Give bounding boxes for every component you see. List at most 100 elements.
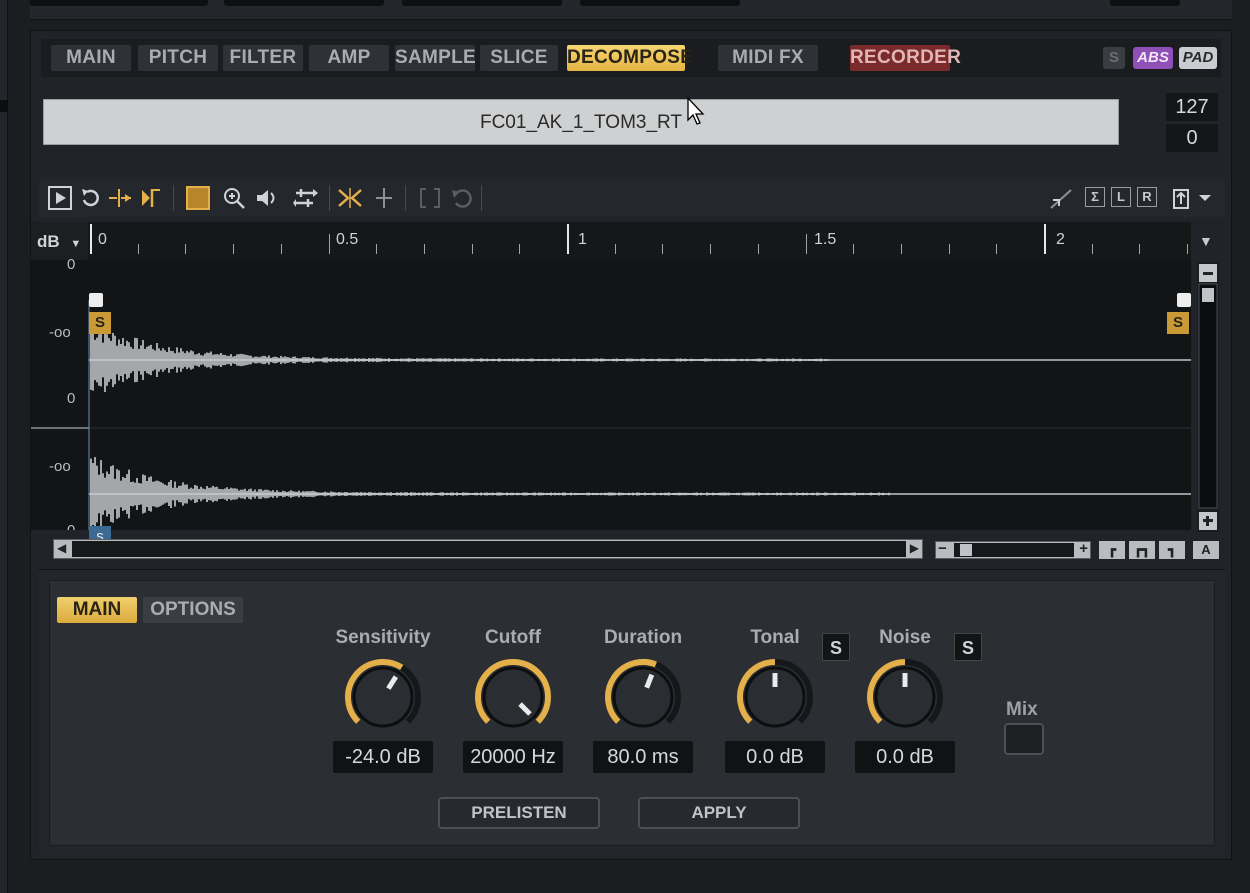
solo-badge[interactable]: S: [1103, 47, 1125, 69]
tab-recorder[interactable]: RECORDER: [850, 45, 961, 71]
ruler-tick: [614, 244, 616, 254]
ruler-tick: [1091, 244, 1093, 254]
channel-sum-button[interactable]: Σ: [1085, 187, 1105, 207]
decompose-section: MAIN OPTIONS Sensitivity -24.0 dB Cutoff…: [39, 569, 1225, 855]
normalize-icon[interactable]: [1049, 185, 1075, 211]
sensitivity-knob[interactable]: [343, 657, 423, 737]
horizontal-scrollbar[interactable]: ◀ ▶: [53, 539, 923, 559]
select-range-icon[interactable]: [185, 185, 211, 211]
play-icon[interactable]: [47, 185, 73, 211]
level-unit-dropdown[interactable]: dB ▼: [31, 222, 88, 260]
noise-value[interactable]: 0.0 dB: [855, 741, 955, 773]
ruler-tick: [185, 244, 187, 254]
velocity-high-field[interactable]: 127: [1166, 93, 1218, 121]
zoom-to-end-icon[interactable]: ┓: [1159, 541, 1185, 559]
subtab-main[interactable]: MAIN: [57, 597, 137, 623]
undo-icon[interactable]: [449, 185, 475, 211]
sensitivity-value[interactable]: -24.0 dB: [333, 741, 433, 773]
zoom-in-icon[interactable]: +: [1079, 540, 1088, 557]
tab-midi-fx[interactable]: MIDI FX: [718, 45, 818, 71]
velocity-low-field[interactable]: 0: [1166, 124, 1218, 152]
toolbar-separator: [329, 185, 330, 211]
tonal-knob[interactable]: [735, 657, 815, 737]
chevron-down-icon[interactable]: ▼: [1199, 233, 1213, 249]
tab-filter[interactable]: FILTER: [223, 45, 303, 71]
knob-label: Sensitivity: [335, 627, 431, 648]
ruler-tick: [757, 244, 759, 254]
top-strip-segment: [30, 0, 208, 6]
chevron-right-icon[interactable]: ▶: [910, 541, 919, 555]
duration-value[interactable]: 80.0 ms: [593, 741, 693, 773]
tonal-control: Tonal 0.0 dB: [710, 627, 840, 773]
speaker-icon[interactable]: [255, 185, 281, 211]
channel-left-button[interactable]: L: [1111, 187, 1131, 207]
scrub-icon[interactable]: [137, 185, 163, 211]
apply-button[interactable]: APPLY: [638, 797, 800, 829]
mix-toggle[interactable]: [1004, 723, 1044, 755]
ruler-tick: [853, 244, 855, 254]
pad-badge[interactable]: PAD: [1179, 47, 1217, 69]
start-handle[interactable]: [89, 293, 103, 307]
zoom-to-start-icon[interactable]: ┏: [1099, 541, 1125, 559]
vertical-zoom-scrollbar[interactable]: [1197, 262, 1219, 532]
ruler-tick: [519, 244, 521, 254]
export-icon[interactable]: [1169, 185, 1195, 211]
noise-knob[interactable]: [865, 657, 945, 737]
chevron-down-icon[interactable]: [1195, 185, 1215, 211]
zoom-icon[interactable]: [221, 185, 247, 211]
tab-sample[interactable]: SAMPLE: [395, 45, 476, 71]
chevron-left-icon[interactable]: ◀: [57, 541, 66, 555]
prelisten-button[interactable]: PRELISTEN: [438, 797, 600, 829]
subtab-options[interactable]: OPTIONS: [143, 597, 243, 623]
zoom-thumb[interactable]: [954, 543, 1074, 557]
tonal-value[interactable]: 0.0 dB: [725, 741, 825, 773]
ruler-tick: [280, 244, 282, 254]
bracket-icon[interactable]: [417, 185, 443, 211]
crosshair-icon[interactable]: [371, 185, 397, 211]
waveform-display[interactable]: 0 -oo 0 -oo 0 S S s: [31, 256, 1191, 548]
sample-name-field[interactable]: FC01_AK_1_TOM3_RT: [43, 99, 1119, 145]
time-ruler[interactable]: 0 0.5 1 1.5 2: [88, 222, 1191, 260]
horizontal-zoom-slider[interactable]: − +: [935, 540, 1091, 559]
editor-toolbar: Σ L R: [39, 179, 1225, 217]
ruler-tick: [471, 244, 473, 254]
channel-right-button[interactable]: R: [1137, 187, 1157, 207]
tab-main[interactable]: MAIN: [51, 45, 131, 71]
axis-label: 0: [67, 390, 76, 407]
noise-control: Noise 0.0 dB: [840, 627, 970, 773]
toolbar-separator: [405, 185, 406, 211]
sample-end-marker[interactable]: S: [1167, 312, 1189, 334]
frame-notch: [0, 110, 8, 112]
ruler-label: 1.5: [814, 231, 837, 248]
knob-label: Tonal: [750, 627, 800, 648]
toolbar-separator: [173, 185, 174, 211]
scrollbar-thumb[interactable]: [72, 541, 906, 557]
mouse-cursor-icon: [687, 97, 705, 125]
loop-icon[interactable]: [77, 185, 103, 211]
ruler-label: 0.5: [336, 231, 359, 248]
snap-icon[interactable]: [107, 185, 133, 211]
tab-decompose[interactable]: DECOMPOSE: [567, 45, 693, 71]
sample-start-marker[interactable]: S: [89, 312, 111, 334]
cutoff-control: Cutoff 20000 Hz: [448, 627, 578, 773]
abs-badge[interactable]: ABS: [1133, 47, 1173, 69]
zoom-full-icon[interactable]: A: [1193, 541, 1219, 559]
outer-frame-left: [0, 0, 8, 893]
zoom-out-icon[interactable]: −: [938, 540, 947, 557]
tab-slice[interactable]: SLICE: [480, 45, 558, 71]
end-handle[interactable]: [1177, 293, 1191, 307]
split-icon[interactable]: [337, 185, 363, 211]
duration-knob[interactable]: [603, 657, 683, 737]
tab-amp[interactable]: AMP: [309, 45, 389, 71]
tab-pitch[interactable]: PITCH: [138, 45, 218, 71]
toolbar-separator: [481, 185, 482, 211]
noise-solo-button[interactable]: S: [954, 633, 982, 661]
axis-label: 0: [67, 256, 76, 273]
sensitivity-control: Sensitivity -24.0 dB: [318, 627, 448, 773]
swap-icon[interactable]: [293, 185, 319, 211]
axis-label: 0: [67, 522, 75, 530]
cutoff-value[interactable]: 20000 Hz: [463, 741, 563, 773]
cutoff-knob[interactable]: [473, 657, 553, 737]
zoom-to-range-icon[interactable]: ┏┓: [1129, 541, 1155, 559]
frame-notch: [0, 100, 8, 110]
